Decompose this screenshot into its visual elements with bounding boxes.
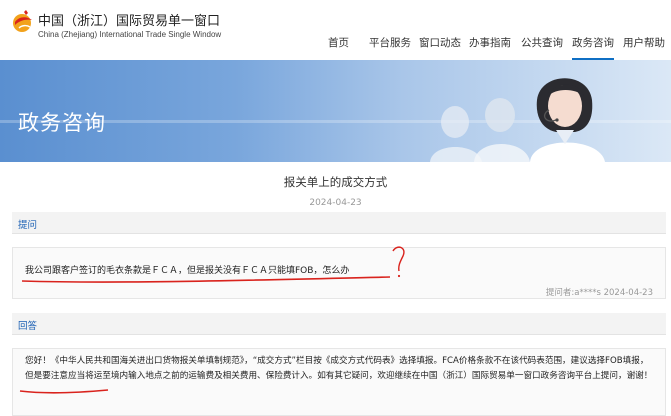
nav-public-query[interactable]: 公共查询: [521, 36, 563, 60]
site-logo-icon[interactable]: [10, 8, 36, 34]
question-title: 报关单上的成交方式: [283, 175, 388, 189]
question-asker-meta: 提问者:a****s 2024-04-23: [545, 288, 653, 298]
question-section-header: 提问: [12, 212, 666, 234]
answer-box: 您好！《中华人民共和国海关进出口货物报关单填制规范》，“成交方式”栏目按《成交方…: [12, 348, 666, 416]
question-section-label: 提问: [18, 220, 38, 231]
nav-user-help[interactable]: 用户帮助: [623, 36, 665, 60]
brand-name-cn: 中国（浙江）国际贸易单一窗口: [38, 14, 221, 29]
nav-guide[interactable]: 办事指南: [469, 36, 511, 60]
nav-platform-services[interactable]: 平台服务: [369, 36, 411, 60]
answer-section-label: 回答: [18, 321, 38, 332]
brand-name-en: China (Zhejiang) International Trade Sin…: [38, 30, 222, 39]
banner-title: 政务咨询: [18, 111, 106, 135]
answer-section-header: 回答: [12, 313, 666, 335]
nav-consultation[interactable]: 政务咨询: [572, 36, 614, 60]
page-banner: 政务咨询: [0, 60, 671, 162]
nav-window-news[interactable]: 窗口动态: [419, 36, 461, 60]
answer-text: 您好！《中华人民共和国海关进出口货物报关单填制规范》，“成交方式”栏目按《成交方…: [25, 356, 653, 381]
nav-home[interactable]: 首页: [328, 36, 349, 60]
question-date: 2024-04-23: [309, 198, 362, 208]
site-header: 中国（浙江）国际贸易单一窗口 China (Zhejiang) Internat…: [0, 0, 671, 60]
question-box: 我公司跟客户签订的毛衣条款是ＦＣＡ，但是报关没有ＦＣＡ只能填FOB，怎么办 提问…: [12, 247, 666, 299]
question-text: 我公司跟客户签订的毛衣条款是ＦＣＡ，但是报关没有ＦＣＡ只能填FOB，怎么办: [25, 266, 350, 276]
